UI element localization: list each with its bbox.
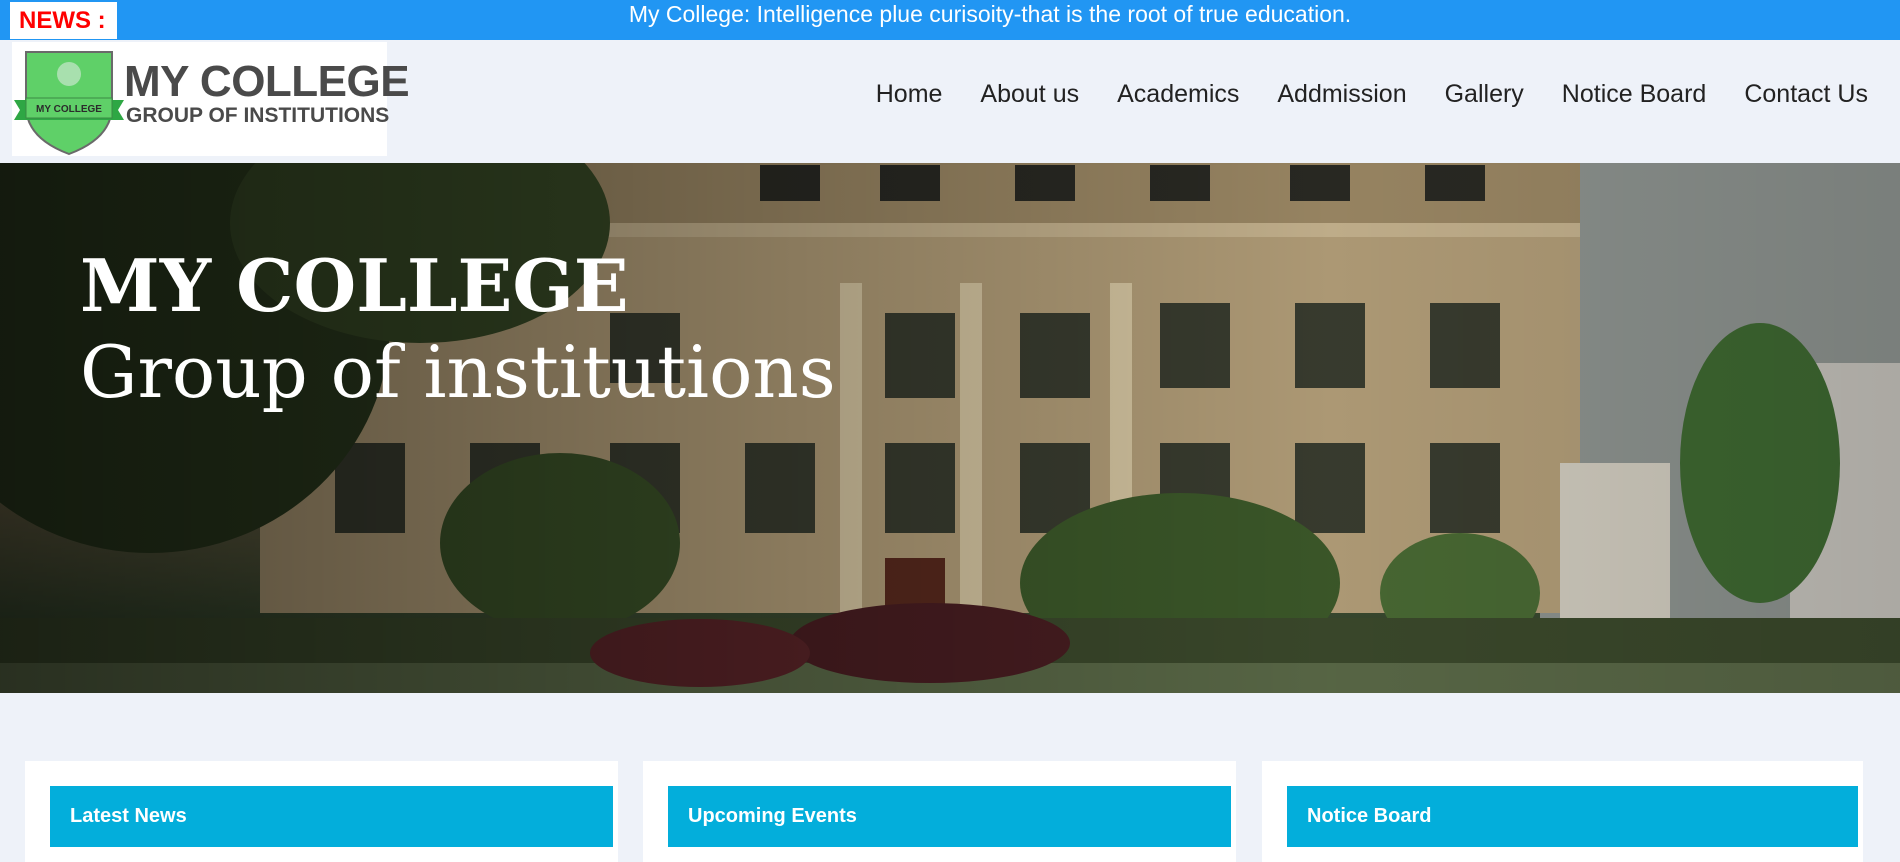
nav-about-us[interactable]: About us xyxy=(980,80,1079,108)
news-bar: My College: Intelligence plue curisoity-… xyxy=(0,0,1900,40)
latest-news-header: Latest News xyxy=(50,786,613,847)
notice-board-card: Notice Board xyxy=(1262,761,1863,862)
nav-admission[interactable]: Addmission xyxy=(1277,80,1406,108)
main-nav: Home About us Academics Addmission Galle… xyxy=(876,80,1868,108)
upcoming-events-card: Upcoming Events xyxy=(643,761,1236,862)
hero-subtitle: Group of institutions xyxy=(80,330,836,414)
shield-logo-icon: MY COLLEGE xyxy=(14,51,124,156)
news-ticker-text[interactable]: My College: Intelligence plue curisoity-… xyxy=(0,0,1900,28)
logo-title: MY COLLEGE xyxy=(124,57,410,106)
nav-gallery[interactable]: Gallery xyxy=(1445,80,1524,108)
notice-board-header: Notice Board xyxy=(1287,786,1858,847)
latest-news-card: Latest News xyxy=(25,761,618,862)
site-header: MY COLLEGE MY COLLEGE GROUP OF INSTITUTI… xyxy=(0,40,1900,163)
logo-subtitle: GROUP OF INSTITUTIONS xyxy=(126,104,390,127)
nav-contact-us[interactable]: Contact Us xyxy=(1744,80,1868,108)
site-logo[interactable]: MY COLLEGE MY COLLEGE GROUP OF INSTITUTI… xyxy=(12,42,410,156)
nav-notice-board[interactable]: Notice Board xyxy=(1562,80,1707,108)
hero-title: MY COLLEGE xyxy=(80,243,629,328)
news-label: NEWS : xyxy=(10,2,117,39)
upcoming-events-header: Upcoming Events xyxy=(668,786,1231,847)
nav-academics[interactable]: Academics xyxy=(1117,80,1239,108)
hero-banner: MY COLLEGE Group of institutions xyxy=(0,163,1900,693)
logo-banner-text: MY COLLEGE xyxy=(36,104,102,115)
nav-home[interactable]: Home xyxy=(876,80,943,108)
